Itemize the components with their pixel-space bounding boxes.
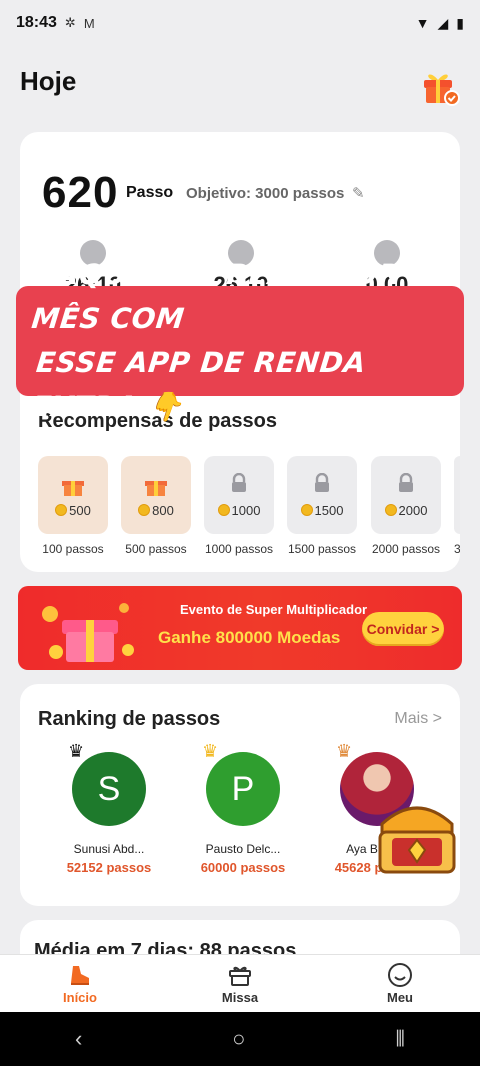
smiley-icon [388,963,412,987]
reward-coins: 1000 [231,502,261,518]
tab-inicio[interactable]: Início [0,955,160,1012]
crown-icon: ♛ [68,741,85,761]
banner-title: Evento de Super Multiplicador [180,602,368,617]
reward-coins: 500 [69,502,91,518]
reward-coins: 800 [152,502,174,518]
steps-count: 620 [42,168,119,217]
gift-box-icon [42,603,134,662]
invite-button[interactable]: Convidar > [362,612,444,646]
signal-icon: ◢ [437,14,449,31]
coin-icon [138,504,151,516]
reward-label: 1000 passos [204,542,274,556]
gift-icon [62,480,84,496]
lock-icon [315,472,329,492]
crown-icon: ♛ [336,741,353,761]
reward-coins: 1500 [314,502,344,518]
ranking-card: Ranking de passos Mais > ♛ S Sunusi Abd.… [20,684,460,906]
reward-label: 2000 passos [371,542,441,556]
battery-icon: ▮ [456,14,464,31]
treasure-chest-icon[interactable] [374,798,460,878]
avatar[interactable]: P [206,752,280,826]
back-icon[interactable]: ‹ [75,1026,82,1052]
system-nav-bar: ‹ ○ ⦀ [0,1012,480,1066]
reward-tile[interactable]: 500 [38,456,108,534]
status-bar: 18:43 ✲ M ▼ ◢ ▮ [0,0,480,46]
wifi-icon: ▼ [415,15,430,31]
promo-line-2: esse app de renda extra 👇 [30,346,368,423]
sync-icon: ✲ [64,15,76,30]
page-title: Hoje [20,66,77,96]
ranking-name: Sunusi Abd... [73,842,145,856]
gift-icon[interactable] [420,68,460,106]
crown-icon: ♛ [202,741,219,761]
edit-goal-icon[interactable]: ✎ [352,184,365,202]
reward-tile[interactable]: 800 [121,456,191,534]
tab-missa[interactable]: Missa [160,955,320,1012]
reward-label: 3 [454,542,460,556]
recents-icon[interactable]: ⦀ [395,1026,405,1052]
ranking-more-link[interactable]: Mais > [394,710,442,728]
reward-coins: 2000 [398,502,428,518]
lock-icon [232,472,246,492]
reward-tile[interactable] [454,456,460,534]
reward-tile[interactable]: 1000 [204,456,274,534]
status-time: 18:43 [16,14,57,31]
gift-icon [145,480,167,496]
sneaker-icon [71,966,89,985]
reward-label: 500 passos [125,542,187,556]
promo-overlay: Saque 200 reais por mês com esse app de … [16,258,464,423]
tab-label: Meu [387,990,413,1005]
avatar[interactable]: S [72,752,146,826]
gift-icon [229,966,251,986]
multiplier-banner[interactable]: Evento de Super Multiplicador Ganhe 8000… [18,586,462,670]
coin-icon [300,504,313,516]
coin-icon [384,504,397,516]
reward-label: 1500 passos [287,542,357,556]
reward-label: 100 passos [42,542,104,556]
ranking-steps: 60000 passos [200,860,286,875]
ranking-title: Ranking de passos [38,708,221,730]
ranking-steps: 52152 passos [66,860,152,875]
coin-icon [217,504,230,516]
banner-subtitle: Ganhe 800000 Moedas [158,628,341,647]
steps-unit: Passo [126,184,174,201]
home-icon[interactable]: ○ [232,1026,245,1052]
reward-tile[interactable]: 1500 [287,456,357,534]
tab-meu[interactable]: Meu [320,955,480,1012]
tab-label: Missa [221,990,259,1005]
steps-goal: Objetivo: 3000 passos [186,185,345,202]
lock-icon [399,472,413,492]
tab-label: Início [63,990,97,1005]
avatar-initial: S [97,769,121,808]
reward-tile[interactable]: 2000 [371,456,441,534]
coin-icon [55,504,68,516]
gmail-icon: M [83,15,95,31]
bottom-tab-bar: Início Missa Meu [0,954,480,1012]
ranking-name: Pausto Delc... [205,842,281,856]
avatar-initial: P [231,769,255,808]
promo-line-1: Saque 200 reais por mês com [30,258,402,335]
